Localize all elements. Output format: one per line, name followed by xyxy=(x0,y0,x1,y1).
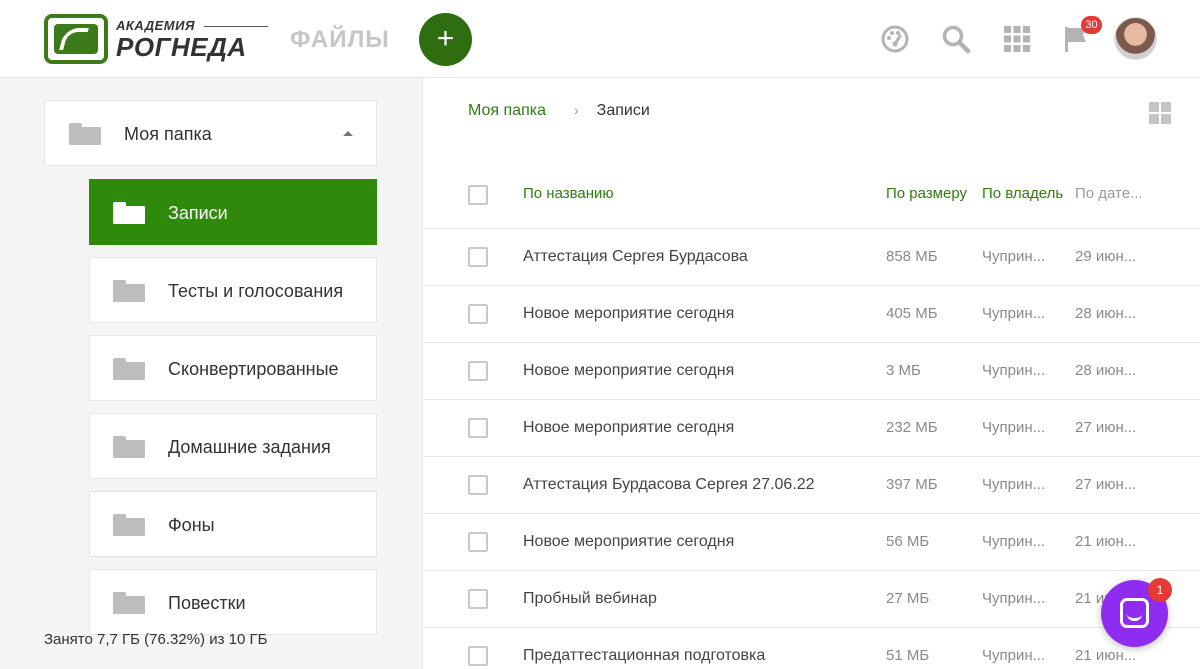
breadcrumb-root-link[interactable]: Моя папка xyxy=(468,102,546,119)
grid-view-icon[interactable] xyxy=(1149,102,1171,124)
file-name[interactable]: Предаттестационная подготовка xyxy=(523,647,863,665)
logo-small-text: АКАДЕМИЯ xyxy=(116,18,195,33)
chat-icon xyxy=(1120,598,1149,628)
select-all-checkbox[interactable] xyxy=(468,185,488,205)
file-owner: Чуприн... xyxy=(982,419,1046,436)
sidebar-item-label: Моя папка xyxy=(124,124,212,144)
file-name[interactable]: Аттестация Бурдасова Сергея 27.06.22 xyxy=(523,476,863,494)
file-owner: Чуприн... xyxy=(982,647,1046,664)
file-owner: Чуприн... xyxy=(982,362,1046,379)
file-size: 232 МБ xyxy=(886,419,938,436)
sidebar-item-label: Повестки xyxy=(168,593,246,613)
sort-by-name[interactable]: По названию xyxy=(523,185,614,202)
file-size: 56 МБ xyxy=(886,533,930,550)
row-checkbox[interactable] xyxy=(468,247,488,267)
table-row[interactable]: Предаттестационная подготовка 51 МБ Чупр… xyxy=(424,628,1200,669)
row-checkbox[interactable] xyxy=(468,361,488,381)
search-icon[interactable] xyxy=(941,24,971,54)
table-row[interactable]: Аттестация Бурдасова Сергея 27.06.22 397… xyxy=(424,457,1200,514)
sidebar-root-folder[interactable]: Моя папка xyxy=(44,100,377,166)
folder-icon xyxy=(113,592,145,614)
file-date: 29 июн... xyxy=(1075,248,1137,265)
folder-sidebar: Моя папка Записи Тесты и голосования Ско… xyxy=(0,78,423,669)
chat-unread-badge: 1 xyxy=(1148,578,1172,602)
file-name[interactable]: Пробный вебинар xyxy=(523,590,863,608)
add-button[interactable]: + xyxy=(419,13,472,66)
academy-logo[interactable]: АКАДЕМИЯ РОГНЕДА xyxy=(44,14,268,64)
sort-by-date[interactable]: По дате... xyxy=(1075,185,1155,202)
file-name[interactable]: Новое мероприятие сегодня xyxy=(523,305,863,323)
file-owner: Чуприн... xyxy=(982,305,1046,322)
row-checkbox[interactable] xyxy=(468,589,488,609)
sidebar-item-label: Сконвертированные xyxy=(168,359,339,379)
row-checkbox[interactable] xyxy=(468,418,488,438)
table-row[interactable]: Новое мероприятие сегодня 56 МБ Чуприн..… xyxy=(424,514,1200,571)
page-title: ФАЙЛЫ xyxy=(290,26,390,53)
apps-grid-icon[interactable] xyxy=(1002,24,1032,54)
row-checkbox[interactable] xyxy=(468,475,488,495)
row-checkbox[interactable] xyxy=(468,532,488,552)
file-name[interactable]: Аттестация Сергея Бурдасова xyxy=(523,248,863,266)
file-date: 27 июн... xyxy=(1075,476,1137,493)
file-date: 28 июн... xyxy=(1075,305,1137,322)
file-size: 27 МБ xyxy=(886,590,930,607)
table-row[interactable]: Пробный вебинар 27 МБ Чуприн... 21 июн..… xyxy=(424,571,1200,628)
file-size: 858 МБ xyxy=(886,248,938,265)
file-size: 3 МБ xyxy=(886,362,921,379)
row-checkbox[interactable] xyxy=(468,304,488,324)
file-size: 397 МБ xyxy=(886,476,938,493)
folder-icon xyxy=(113,514,145,536)
table-row[interactable]: Новое мероприятие сегодня 405 МБ Чуприн.… xyxy=(424,286,1200,343)
breadcrumb: Моя папка › Записи xyxy=(468,102,650,120)
file-name[interactable]: Новое мероприятие сегодня xyxy=(523,419,863,437)
file-owner: Чуприн... xyxy=(982,590,1046,607)
file-date: 21 июн... xyxy=(1075,533,1137,550)
sort-by-size[interactable]: По размеру xyxy=(886,185,976,202)
sidebar-item-backgrounds[interactable]: Фоны xyxy=(89,491,377,557)
table-row[interactable]: Аттестация Сергея Бурдасова 858 МБ Чупри… xyxy=(424,229,1200,286)
table-header: По названию По размеру По владельцу По д… xyxy=(424,171,1200,229)
logo-main-text: РОГНЕДА xyxy=(116,32,247,62)
chevron-up-icon[interactable] xyxy=(343,131,353,136)
table-row[interactable]: Новое мероприятие сегодня 3 МБ Чуприн...… xyxy=(424,343,1200,400)
folder-icon xyxy=(113,358,145,380)
sidebar-item-label: Домашние задания xyxy=(168,437,331,457)
sidebar-item-label: Записи xyxy=(168,203,228,223)
table-row[interactable]: Новое мероприятие сегодня 232 МБ Чуприн.… xyxy=(424,400,1200,457)
logo-mark-icon xyxy=(44,14,108,64)
file-owner: Чуприн... xyxy=(982,533,1046,550)
folder-icon xyxy=(113,436,145,458)
file-date: 28 июн... xyxy=(1075,362,1137,379)
file-size: 405 МБ xyxy=(886,305,938,322)
file-name[interactable]: Новое мероприятие сегодня xyxy=(523,362,863,380)
file-owner: Чуприн... xyxy=(982,476,1046,493)
file-date: 21 июн... xyxy=(1075,647,1137,664)
storage-usage: Занято 7,7 ГБ (76.32%) из 10 ГБ xyxy=(44,631,268,648)
file-name[interactable]: Новое мероприятие сегодня xyxy=(523,533,863,551)
sidebar-item-zapisi[interactable]: Записи xyxy=(89,179,377,245)
sidebar-item-tests[interactable]: Тесты и голосования xyxy=(89,257,377,323)
row-checkbox[interactable] xyxy=(468,646,488,666)
dashboard-icon[interactable] xyxy=(880,24,910,54)
sort-by-owner[interactable]: По владельцу xyxy=(982,185,1064,202)
notifications-badge: 30 xyxy=(1081,16,1102,34)
sidebar-item-label: Тесты и голосования xyxy=(168,281,344,301)
user-avatar[interactable] xyxy=(1114,17,1157,60)
sidebar-item-homework[interactable]: Домашние задания xyxy=(89,413,377,479)
sidebar-item-label: Фоны xyxy=(168,515,215,535)
sidebar-item-agendas[interactable]: Повестки xyxy=(89,569,377,635)
sidebar-item-converted[interactable]: Сконвертированные xyxy=(89,335,377,401)
file-date: 27 июн... xyxy=(1075,419,1137,436)
folder-icon xyxy=(113,202,145,224)
file-owner: Чуприн... xyxy=(982,248,1046,265)
file-list-panel: Моя папка › Записи По названию По размеру … xyxy=(424,78,1200,669)
top-header: АКАДЕМИЯ РОГНЕДА ФАЙЛЫ + 30 xyxy=(0,0,1200,78)
chevron-right-icon: › xyxy=(574,102,579,118)
folder-icon xyxy=(69,123,101,145)
breadcrumb-current: Записи xyxy=(596,102,650,119)
folder-icon xyxy=(113,280,145,302)
file-size: 51 МБ xyxy=(886,647,930,664)
